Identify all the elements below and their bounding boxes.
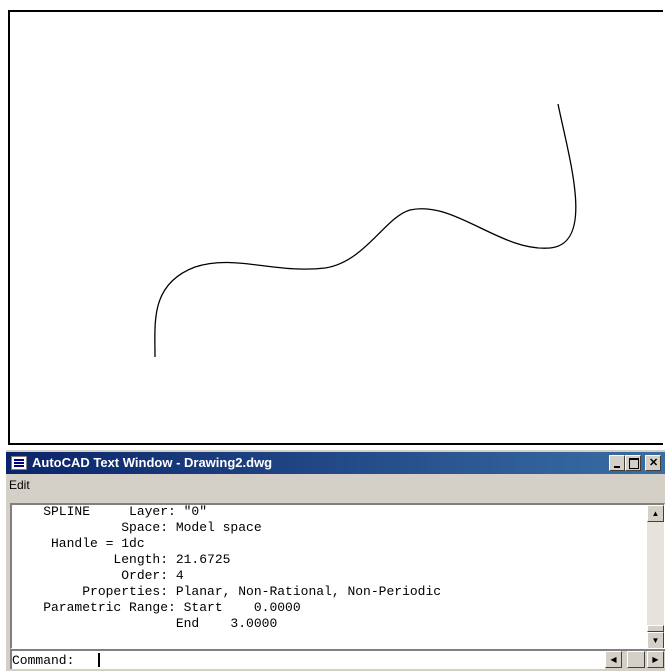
drawing-canvas[interactable] xyxy=(8,10,663,445)
command-prompt: Command: xyxy=(12,653,75,668)
menu-edit[interactable]: Edit xyxy=(9,478,30,492)
output-line: Length: 21.6725 xyxy=(12,552,231,567)
output-line: SPLINE Layer: "0" xyxy=(12,504,208,519)
arrow-right-icon[interactable]: ▶ xyxy=(647,651,664,668)
text-cursor xyxy=(98,653,100,667)
horizontal-scrollbar[interactable]: ◀ ▶ xyxy=(605,651,665,669)
title-bar[interactable]: AutoCAD Text Window - Drawing2.dwg xyxy=(6,452,665,474)
output-line: Handle = 1dc xyxy=(12,536,145,551)
vertical-scrollbar[interactable]: ▲ ▼ xyxy=(647,505,664,648)
output-line: Parametric Range: Start 0.0000 xyxy=(12,600,301,615)
arrow-down-icon[interactable]: ▼ xyxy=(647,632,664,648)
output-line: Properties: Planar, Non-Rational, Non-Pe… xyxy=(12,584,442,599)
scroll-thumb-horizontal[interactable] xyxy=(627,651,645,668)
output-line: Order: 4 xyxy=(12,568,184,583)
drawing-svg xyxy=(154,103,577,358)
arrow-up-icon[interactable]: ▲ xyxy=(647,505,664,522)
output-line: Space: Model space xyxy=(12,520,262,535)
menu-bar: Edit xyxy=(6,475,665,495)
spline-curve[interactable] xyxy=(154,103,577,358)
command-line[interactable]: Command: ◀ ▶ xyxy=(10,649,665,669)
text-window: AutoCAD Text Window - Drawing2.dwg Edit … xyxy=(6,450,665,671)
arrow-left-icon[interactable]: ◀ xyxy=(605,651,622,668)
maximize-button[interactable] xyxy=(625,455,641,471)
window-title: AutoCAD Text Window - Drawing2.dwg xyxy=(32,455,273,470)
close-button[interactable] xyxy=(645,455,661,471)
minimize-button[interactable] xyxy=(609,455,625,471)
scroll-thumb[interactable] xyxy=(647,625,664,632)
output-line: End 3.0000 xyxy=(12,616,278,631)
text-output[interactable]: SPLINE Layer: "0" Space: Model space Han… xyxy=(10,503,665,649)
autocad-text-window-icon xyxy=(11,456,27,470)
